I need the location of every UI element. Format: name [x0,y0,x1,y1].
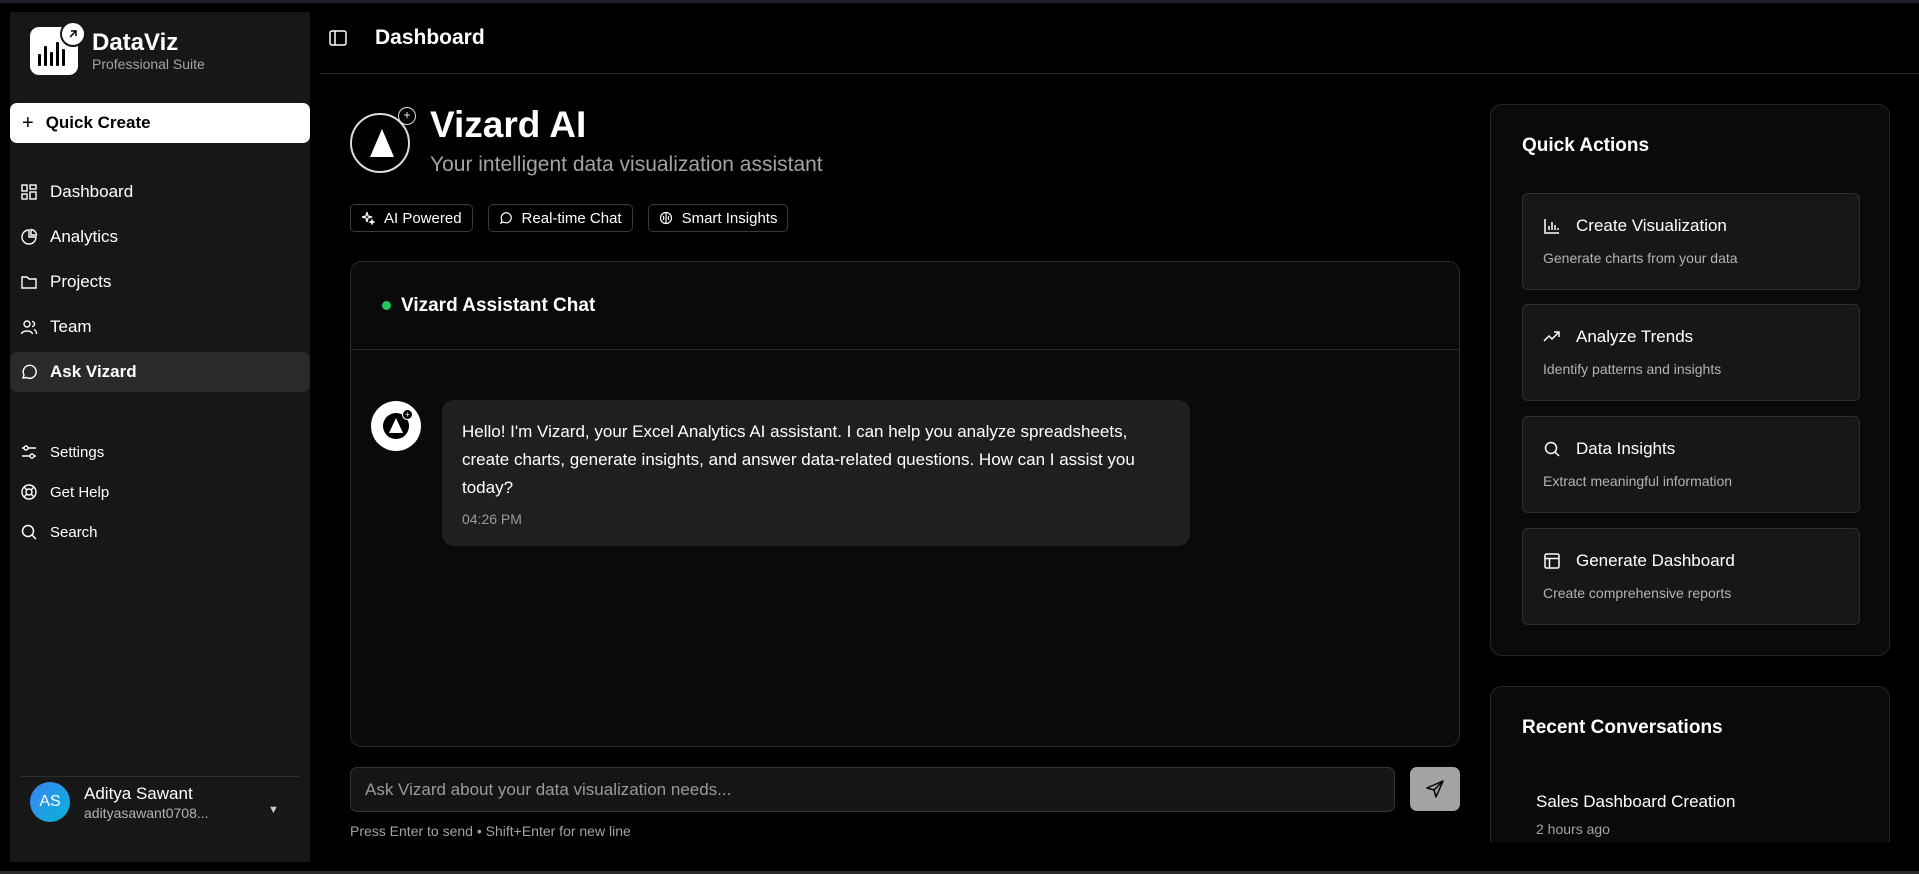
sidebar-item-search[interactable]: Search [10,514,310,550]
chat-icon [499,212,512,225]
chip-label: AI Powered [384,209,462,227]
chat-icon [21,364,37,379]
sidebar-item-label: Projects [50,272,112,291]
quick-actions-panel: Quick Actions Create Visualization Gener… [1490,104,1890,656]
plus-icon: + [22,112,34,134]
assistant-message: Hello! I'm Vizard, your Excel Analytics … [442,400,1190,546]
quick-action-desc: Generate charts from your data [1543,250,1738,266]
sidebar-item-label: Dashboard [50,182,134,201]
recent-conversation-title[interactable]: Sales Dashboard Creation [1536,792,1735,812]
chat-title: Vizard Assistant Chat [401,294,596,316]
search-icon [21,524,37,540]
quick-action-desc: Extract meaningful information [1543,473,1733,489]
quick-action-title: Generate Dashboard [1576,551,1735,570]
online-status-dot [382,301,391,310]
search-icon [1544,441,1560,457]
user-menu[interactable]: AS Aditya Sawant adityasawant0708... [30,782,209,822]
avatar: AS [30,782,70,822]
users-icon [20,320,38,335]
quick-action-desc: Create comprehensive reports [1543,585,1732,601]
hero-title: Vizard AI [430,104,587,145]
dashboard-icon [21,184,37,200]
message-text: Hello! I'm Vizard, your Excel Analytics … [462,422,1135,497]
recent-conversation-time: 2 hours ago [1536,821,1610,837]
quick-actions-title: Quick Actions [1522,135,1650,156]
sidebar-item-label: Settings [50,443,105,461]
settings-icon [22,445,36,459]
quick-action-data-insights[interactable]: Data Insights Extract meaningful informa… [1522,416,1860,513]
sidebar: DataViz Professional Suite + Quick Creat… [10,12,310,862]
chip-label: Real-time Chat [521,209,622,227]
pie-chart-icon [21,228,38,245]
dataviz-logo-icon [30,21,86,75]
quick-action-desc: Identify patterns and insights [1543,361,1722,377]
chip-ai-powered: AI Powered [350,204,473,232]
brand-title: DataViz [92,28,179,56]
brand[interactable]: DataViz Professional Suite [30,21,205,75]
chip-smart-insights: Smart Insights [647,204,789,232]
quick-create-button[interactable]: + Quick Create [10,103,310,143]
sidebar-item-analytics[interactable]: Analytics [10,217,310,257]
hero-subtitle: Your intelligent data visualization assi… [430,153,823,176]
chat-panel: Vizard Assistant Chat + Hello! I'm Vizar… [350,261,1460,747]
recent-conversations-title: Recent Conversations [1522,717,1723,738]
caret-down-icon[interactable]: ▼ [268,804,279,816]
chat-input[interactable] [350,767,1395,812]
sidebar-item-get-help[interactable]: Get Help [10,474,310,510]
plus-badge-icon: + [398,107,416,125]
layout-icon [1544,553,1560,569]
sidebar-toggle-icon[interactable] [328,28,348,48]
send-icon [1426,780,1444,798]
quick-action-title: Analyze Trends [1576,327,1694,346]
quick-action-analyze-trends[interactable]: Analyze Trends Identify patterns and ins… [1522,304,1860,401]
chat-header: Vizard Assistant Chat [351,262,1459,350]
sidebar-item-projects[interactable]: Projects [10,262,310,302]
main-nav: Dashboard Analytics Projects Team Ask Vi… [10,172,310,397]
sidebar-item-team[interactable]: Team [10,307,310,347]
sidebar-item-label: Search [50,523,98,541]
feature-chips: AI Powered Real-time Chat Smart Insights [350,204,789,232]
sidebar-item-label: Analytics [50,227,119,246]
input-hint: Press Enter to send • Shift+Enter for ne… [350,823,631,839]
message-time: 04:26 PM [462,511,522,527]
send-button[interactable] [1410,767,1460,811]
sidebar-item-label: Team [50,317,92,336]
trending-up-icon [1543,331,1560,342]
chip-real-time-chat: Real-time Chat [487,204,633,232]
folder-icon [21,276,37,289]
quick-create-label: Quick Create [45,113,151,132]
brand-subtitle: Professional Suite [92,55,205,72]
sidebar-item-ask-vizard[interactable]: Ask Vizard [10,352,310,392]
quick-action-generate-dashboard[interactable]: Generate Dashboard Create comprehensive … [1522,528,1860,625]
page-title: Dashboard [375,26,485,49]
bot-avatar: + [371,401,421,451]
viewport-clip [1490,842,1910,874]
user-divider [20,776,300,777]
top-header: Dashboard [320,0,1919,74]
quick-action-title: Data Insights [1576,439,1676,458]
sidebar-item-label: Ask Vizard [50,362,137,381]
user-name: Aditya Sawant [84,784,193,803]
quick-action-create-visualization[interactable]: Create Visualization Generate charts fro… [1522,193,1860,290]
chip-label: Smart Insights [681,209,778,227]
secondary-nav: Settings Get Help Search [10,434,310,554]
help-icon [21,484,37,500]
arrow-up-right-icon [60,21,86,47]
vizard-logo-icon: + [350,107,416,173]
sparkles-icon [361,211,375,225]
quick-action-title: Create Visualization [1576,216,1727,235]
sidebar-item-settings[interactable]: Settings [10,434,310,470]
user-email: adityasawant0708... [84,805,209,821]
sidebar-item-dashboard[interactable]: Dashboard [10,172,310,212]
brain-icon [659,211,672,225]
sidebar-item-label: Get Help [50,483,110,501]
bar-chart-icon [1544,219,1559,234]
